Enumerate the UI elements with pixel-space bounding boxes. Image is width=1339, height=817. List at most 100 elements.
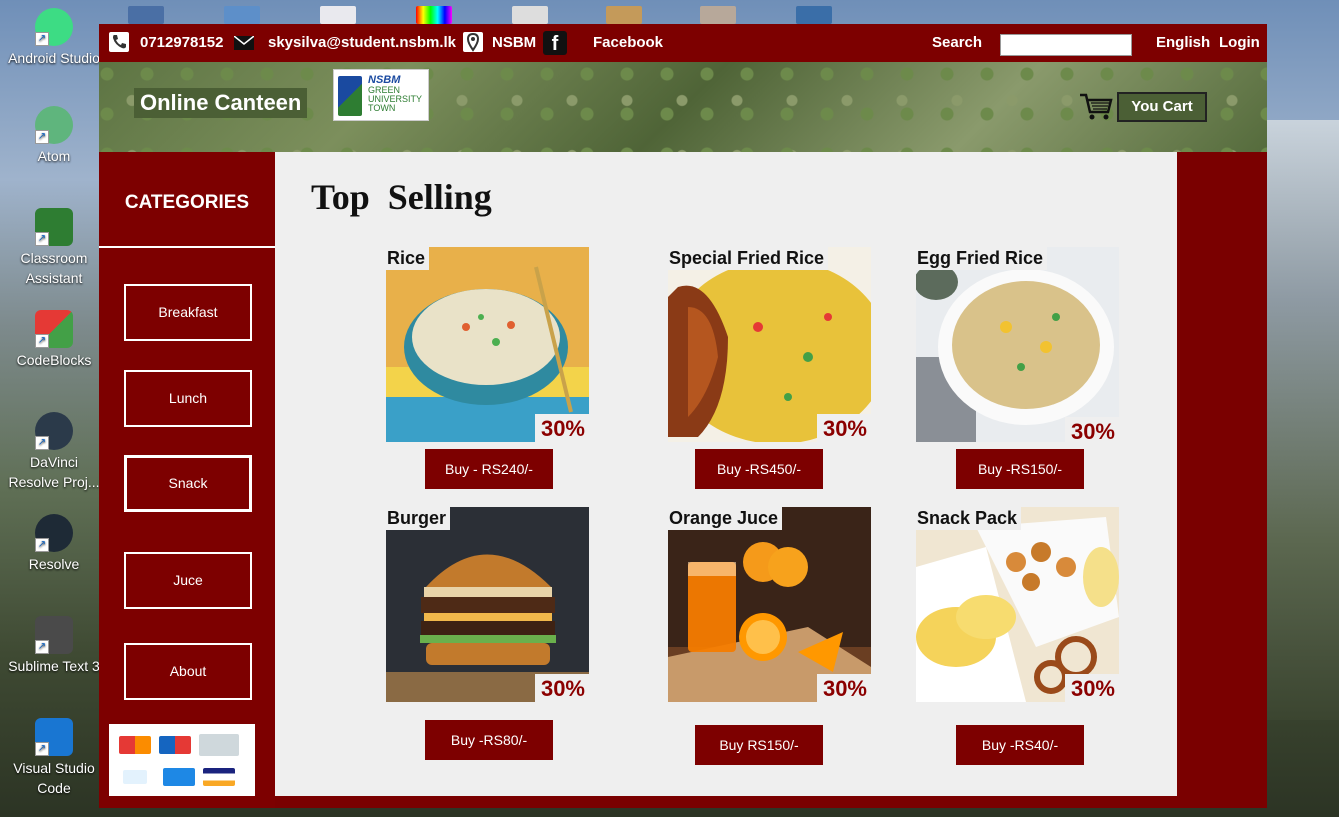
product-card-rice[interactable]: Rice 30% (386, 247, 589, 442)
desktop-wallpaper (1259, 120, 1339, 720)
product-name: Orange Juce (668, 507, 783, 530)
desktop-icon-vscode[interactable]: ↗ Visual Studio Code (4, 718, 104, 798)
location-label: NSBM (492, 34, 537, 51)
davinci-resolve-icon: ↗ (35, 412, 73, 450)
special-fried-rice-image (668, 247, 871, 442)
discount-badge: 30% (1064, 674, 1119, 702)
desktop-icons: ↗ Android Studio ↗ Atom ↗ Classroom Assi… (0, 0, 100, 817)
product-card-burger[interactable]: Burger 30% (386, 507, 589, 702)
desktop-icon-atom[interactable]: ↗ Atom (4, 106, 104, 166)
sublime-text-icon: ↗ (35, 616, 73, 654)
desktop-icon-label: Android Studio (8, 50, 100, 66)
location-pin-icon (463, 32, 483, 52)
paypal-icon (123, 770, 147, 784)
product-card-orange-juice[interactable]: Orange Juce 30% (668, 507, 871, 702)
desktop-icon-label: DaVinci Resolve Proj... (8, 454, 100, 490)
top-contact-bar: 0712978152 skysilva@student.nsbm.lk NSBM… (99, 24, 1267, 62)
email-icon (233, 35, 255, 54)
desktop-icon-sublime-text[interactable]: ↗ Sublime Text 3 (4, 616, 104, 676)
logo-subtext: GREEN UNIVERSITY TOWN (368, 85, 422, 113)
product-name: Egg Fried Rice (916, 247, 1048, 270)
product-card-snack-pack[interactable]: Snack Pack 30% (916, 507, 1119, 702)
desktop-thumbnail (512, 6, 548, 24)
desktop-thumbnail (700, 6, 736, 24)
desktop-icon-android-studio[interactable]: ↗ Android Studio (4, 8, 104, 68)
category-juce-button[interactable]: Juce (124, 552, 252, 609)
desktop-icon-label: Classroom Assistant (20, 250, 88, 286)
codeblocks-icon: ↗ (35, 310, 73, 348)
phone-number: 0712978152 (140, 34, 224, 51)
desktop-icon-codeblocks[interactable]: ↗ CodeBlocks (4, 310, 104, 370)
desktop-thumbnail (416, 6, 452, 24)
main-content: Top Selling Rice 30% Special Fried Rice … (275, 152, 1177, 796)
vscode-icon: ↗ (35, 718, 73, 756)
shopping-cart-icon[interactable] (1079, 92, 1113, 122)
desktop-icon-label: CodeBlocks (16, 352, 92, 368)
language-link[interactable]: English (1156, 34, 1210, 51)
header-banner: Online Canteen NSBM GREEN UNIVERSITY TOW… (99, 62, 1267, 152)
logo-emblem (338, 76, 362, 116)
desktop-icon-davinci-project[interactable]: ↗ DaVinci Resolve Proj... (4, 412, 104, 492)
orange-juice-image (668, 507, 871, 702)
desktop-thumbnail (606, 6, 642, 24)
mastercard-icon (119, 736, 151, 754)
your-cart-button[interactable]: You Cart (1117, 92, 1207, 122)
buy-egg-fried-rice-button[interactable]: Buy -RS150/- (956, 449, 1084, 489)
buy-orange-juice-button[interactable]: Buy RS150/- (695, 725, 823, 765)
facebook-icon[interactable]: f (543, 31, 567, 55)
desktop-thumbnail (224, 6, 260, 24)
buy-burger-button[interactable]: Buy -RS80/- (425, 720, 553, 760)
login-link[interactable]: Login (1219, 34, 1260, 51)
product-name: Special Fried Rice (668, 247, 829, 270)
buy-special-fried-rice-button[interactable]: Buy -RS450/- (695, 449, 823, 489)
product-name: Snack Pack (916, 507, 1022, 530)
american-express-icon (163, 768, 195, 786)
desktop-thumbnail (796, 6, 832, 24)
resolve-icon: ↗ (35, 514, 73, 552)
classroom-assistant-icon: ↗ (35, 208, 73, 246)
email-address: skysilva@student.nsbm.lk (268, 34, 457, 51)
online-canteen-window: 0712978152 skysilva@student.nsbm.lk NSBM… (99, 24, 1267, 808)
visa-icon (203, 768, 235, 786)
desktop-icon-label: Atom (37, 148, 71, 164)
facebook-link[interactable]: Facebook (593, 34, 663, 51)
maestro-icon (159, 736, 191, 754)
nsbm-logo: NSBM GREEN UNIVERSITY TOWN (333, 69, 429, 121)
divider (99, 246, 275, 248)
discount-badge: 30% (534, 414, 589, 442)
desktop-icon-resolve[interactable]: ↗ Resolve (4, 514, 104, 574)
desktop-icon-classroom-assistant[interactable]: ↗ Classroom Assistant (4, 208, 104, 288)
product-card-special-fried-rice[interactable]: Special Fried Rice 30% (668, 247, 871, 442)
desktop-top-icons (100, 0, 1266, 24)
discount-badge: 30% (816, 674, 871, 702)
burger-image (386, 507, 589, 702)
categories-sidebar: CATEGORIES Breakfast Lunch Snack Juce Ab… (99, 152, 275, 808)
search-input[interactable] (1000, 34, 1132, 56)
category-lunch-button[interactable]: Lunch (124, 370, 252, 427)
product-name: Burger (386, 507, 451, 530)
about-button[interactable]: About (124, 643, 252, 700)
atom-icon: ↗ (35, 106, 73, 144)
page-title: Top Selling (311, 177, 492, 217)
category-snack-button[interactable]: Snack (124, 455, 252, 512)
product-name: Rice (386, 247, 430, 270)
egg-fried-rice-image (916, 247, 1119, 442)
discount-badge: 30% (534, 674, 589, 702)
rice-image (386, 247, 589, 442)
search-label: Search (932, 34, 983, 51)
discount-badge: 30% (1064, 417, 1119, 445)
desktop-icon-label: Sublime Text 3 (8, 658, 100, 674)
diners-club-icon (199, 734, 239, 756)
buy-rice-button[interactable]: Buy - RS240/- (425, 449, 553, 489)
desktop-icon-label: Resolve (28, 556, 80, 572)
payment-methods (109, 724, 255, 796)
site-title: Online Canteen (134, 88, 308, 118)
product-card-egg-fried-rice[interactable]: Egg Fried Rice 30% (916, 247, 1119, 445)
desktop-thumbnail (128, 6, 164, 24)
category-breakfast-button[interactable]: Breakfast (124, 284, 252, 341)
android-studio-icon: ↗ (35, 8, 73, 46)
phone-icon (109, 32, 129, 52)
desktop-icon-label: Visual Studio Code (13, 760, 95, 796)
discount-badge: 30% (816, 414, 871, 442)
buy-snack-pack-button[interactable]: Buy -RS40/- (956, 725, 1084, 765)
